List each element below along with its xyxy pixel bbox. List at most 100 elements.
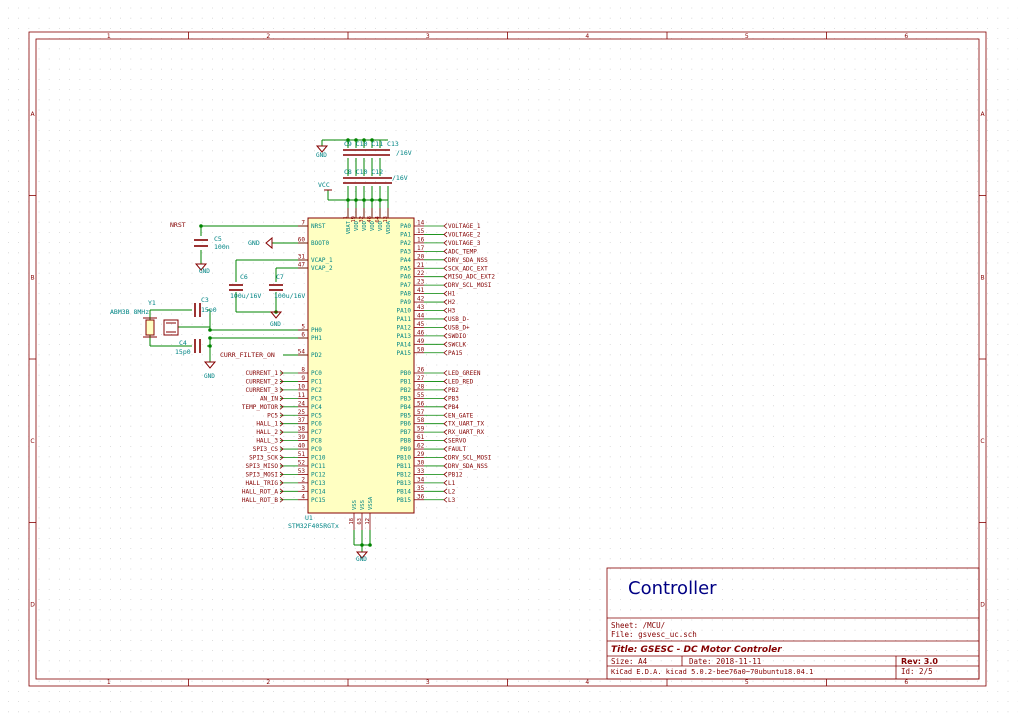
title-block: Controller Sheet: /MCU/ File: gsvesc_uc.… bbox=[606, 567, 980, 680]
frame-col-label: 4 bbox=[585, 679, 589, 686]
gnd-label-bottom: GND bbox=[356, 556, 367, 563]
net-label: VOLTAGE_1 bbox=[448, 223, 481, 230]
c7-value: 100u/16V bbox=[274, 292, 305, 300]
frame-col-label: 3 bbox=[426, 679, 430, 686]
pin-number: 46 bbox=[417, 329, 425, 336]
net-label: HALL_TRIG bbox=[245, 480, 278, 487]
pin-name: PC5 bbox=[311, 412, 322, 419]
pin-name: VSS bbox=[360, 500, 366, 510]
pin-name: PA7 bbox=[400, 282, 411, 289]
pin-name: PC9 bbox=[311, 446, 322, 453]
pin-name: VDDA bbox=[386, 220, 392, 234]
net-label-flag bbox=[443, 265, 448, 272]
cap-top-value: /16V bbox=[396, 149, 412, 157]
pin-number: 34 bbox=[417, 476, 425, 483]
c7-ref: C7 bbox=[276, 273, 284, 281]
mcu-ref: U1 bbox=[305, 514, 313, 522]
pin-name: PD2 bbox=[311, 352, 322, 359]
pin-number: 40 bbox=[298, 443, 306, 450]
gnd-label-top: GND bbox=[316, 152, 327, 159]
pin-number: 56 bbox=[417, 400, 425, 407]
net-label: PB12 bbox=[448, 471, 463, 478]
net-label: DRV_SDA_NSS bbox=[448, 257, 488, 264]
net-label: H1 bbox=[448, 291, 456, 298]
net-label-flag bbox=[443, 333, 448, 339]
frame-row-label: B bbox=[980, 274, 984, 281]
nrst-net-label: NRST bbox=[170, 221, 186, 229]
pin-number: 44 bbox=[417, 312, 425, 319]
pin-name: PH0 bbox=[311, 327, 322, 334]
pin-name: PB9 bbox=[400, 446, 411, 453]
pin-name: PC0 bbox=[311, 370, 322, 377]
pin-number: 16 bbox=[417, 236, 425, 243]
pin-number: 47 bbox=[298, 262, 306, 269]
pin-number: 45 bbox=[417, 321, 425, 328]
gnd-label-vcap: GND bbox=[270, 321, 281, 328]
net-label: ADC_TEMP bbox=[448, 248, 477, 255]
net-label-flag bbox=[443, 290, 448, 297]
net-label: TEMP_MOTOR bbox=[242, 404, 279, 411]
frame-col-label: 4 bbox=[585, 33, 589, 40]
pin-name: PB14 bbox=[397, 488, 412, 495]
c5-value: 100n bbox=[214, 243, 230, 251]
net-label: PB3 bbox=[448, 395, 459, 402]
pin-name: PB2 bbox=[400, 387, 411, 394]
net-label-flag bbox=[443, 282, 448, 288]
net-label-flag bbox=[443, 454, 448, 461]
net-label-flag bbox=[443, 324, 448, 331]
net-label-flag bbox=[443, 256, 448, 263]
net-label: DRV_SDA_NSS bbox=[448, 463, 488, 470]
net-label-flag bbox=[443, 446, 448, 452]
net-label-flag bbox=[443, 370, 448, 376]
pin-name: PB8 bbox=[400, 438, 411, 445]
pin-number: 10 bbox=[298, 383, 306, 390]
pin-name: PA10 bbox=[397, 308, 412, 315]
net-label-flag bbox=[443, 248, 448, 255]
c3-ref: C3 bbox=[201, 296, 209, 304]
net-label-flag bbox=[443, 463, 448, 469]
pin-number: 17 bbox=[417, 245, 425, 252]
c5-ref: C5 bbox=[214, 235, 222, 243]
net-label: SPI3_CS bbox=[253, 446, 279, 453]
net-label-flag bbox=[443, 429, 448, 435]
pin-number: 6 bbox=[301, 332, 305, 339]
net-label: LED_GREEN bbox=[448, 370, 481, 377]
pin-name: PA6 bbox=[400, 274, 411, 281]
pin-number: 38 bbox=[298, 426, 306, 433]
frame-row-label: D bbox=[980, 601, 985, 608]
net-label: DRV_SCL_MOSI bbox=[448, 455, 492, 462]
net-label: VOLTAGE_2 bbox=[448, 231, 481, 238]
pin-number: 62 bbox=[417, 443, 425, 450]
pin-name: PB11 bbox=[397, 463, 412, 470]
pin-name: PC4 bbox=[311, 404, 322, 411]
pin-name: PC8 bbox=[311, 438, 322, 445]
frame-row-label: A bbox=[980, 111, 985, 118]
frame-col-label: 2 bbox=[266, 33, 270, 40]
pin-number: 33 bbox=[417, 468, 425, 475]
net-label: CURRENT_2 bbox=[245, 378, 278, 385]
pin-number: 23 bbox=[417, 279, 425, 286]
net-label-flag bbox=[443, 496, 448, 503]
net-label: TX_UART_TX bbox=[448, 421, 485, 428]
net-label-flag bbox=[443, 307, 448, 314]
pin-name: PB1 bbox=[400, 378, 411, 385]
pin-number: 35 bbox=[417, 485, 425, 492]
pin-number: 22 bbox=[417, 270, 425, 277]
frame-row-label: C bbox=[980, 438, 984, 445]
net-label: DRV_SCL_MOSI bbox=[448, 282, 492, 289]
pin-number: 9 bbox=[301, 375, 305, 382]
net-label-flag bbox=[443, 341, 448, 348]
pin-name: VCAP_2 bbox=[311, 265, 333, 272]
net-label: PC5 bbox=[267, 412, 278, 419]
pin-number: 2 bbox=[301, 476, 305, 483]
pin-name: PB5 bbox=[400, 412, 411, 419]
pin-name: BOOT0 bbox=[311, 240, 329, 247]
net-label-flag bbox=[443, 488, 448, 495]
frame-col-label: 5 bbox=[745, 679, 749, 686]
pin-number: 54 bbox=[298, 349, 306, 356]
net-label: HALL_ROT_B bbox=[242, 497, 279, 504]
pin-number: 41 bbox=[417, 287, 425, 294]
net-label-flag bbox=[443, 299, 448, 305]
pin-number: 18 bbox=[349, 518, 355, 525]
frame-col-label: 1 bbox=[107, 679, 111, 686]
